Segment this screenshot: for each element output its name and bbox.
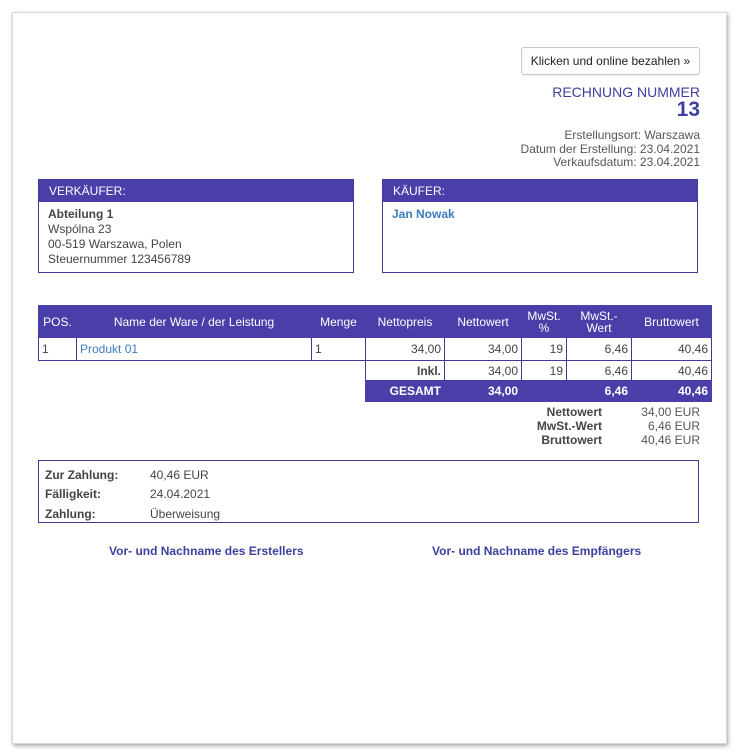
- payment-due-label: Zur Zahlung:: [45, 467, 119, 482]
- col-qty: Menge: [311, 305, 366, 338]
- total-row: GESAMT 34,00 6,46 40,46: [38, 380, 712, 402]
- table-header-row: POS. Name der Ware / der Leistung Menge …: [38, 305, 712, 338]
- row-gross: 40,46: [631, 337, 712, 361]
- col-vat-value: MwSt.- Wert: [566, 305, 632, 338]
- seller-street: Wspólna 23: [48, 222, 112, 236]
- col-vat-pct-line2: %: [538, 320, 550, 335]
- inkl-vat-pct: 19: [521, 360, 567, 381]
- total-label: GESAMT: [365, 380, 445, 402]
- inkl-row: Inkl. 34,00 19 6,46 40,46: [39, 360, 712, 381]
- payment-box: Zur Zahlung: 40,46 EUR Fälligkeit: 24.04…: [38, 460, 699, 523]
- col-net-price: Nettopreis: [365, 305, 445, 338]
- seller-tax-number: Steuernummer 123456789: [48, 252, 191, 266]
- total-net-value: 34,00: [444, 380, 522, 402]
- col-gross: Bruttowert: [631, 305, 712, 338]
- row-vat-value: 6,46: [566, 337, 632, 361]
- payment-method-value: Überweisung: [150, 506, 221, 521]
- row-qty: 1: [311, 337, 366, 361]
- invoice-meta: Erstellungsort: Warszawa Datum der Erste…: [520, 128, 700, 170]
- buyer-header: KÄUFER:: [383, 180, 697, 202]
- seller-box: VERKÄUFER: Abteilung 1 Wspólna 23 00-519…: [38, 179, 354, 273]
- total-vat-value: 6,46: [566, 380, 632, 402]
- inkl-vat-value: 6,46: [566, 360, 632, 381]
- col-vat-value-line2: Wert: [586, 320, 612, 335]
- row-product-link[interactable]: Produkt 01: [76, 337, 312, 361]
- invoice-place: Erstellungsort: Warszawa: [564, 128, 700, 142]
- inkl-gross: 40,46: [631, 360, 712, 381]
- payment-due-value: 40,46 EUR: [150, 467, 209, 482]
- recipient-signature-label: Vor- und Nachname des Empfängers: [432, 544, 642, 558]
- row-pos: 1: [38, 337, 77, 361]
- summary-gross-value: 40,46 EUR: [641, 433, 700, 447]
- issuer-signature-label: Vor- und Nachname des Erstellers: [109, 544, 304, 558]
- inkl-label: Inkl.: [365, 360, 445, 381]
- col-net-value: Nettowert: [444, 305, 522, 338]
- summary-net-value: 34,00 EUR: [641, 405, 700, 419]
- buyer-box: KÄUFER: Jan Nowak: [382, 179, 698, 273]
- seller-header: VERKÄUFER:: [39, 180, 353, 202]
- payment-method-label: Zahlung:: [45, 506, 96, 521]
- table-row: 1 Produkt 01 1 34,00 34,00 19 6,46 40,46: [38, 337, 712, 361]
- col-vat-pct: MwSt. %: [521, 305, 567, 338]
- totals-summary: Nettowert 34,00 EUR MwSt.-Wert 6,46 EUR …: [492, 405, 700, 447]
- total-gross: 40,46: [631, 380, 712, 402]
- col-name: Name der Ware / der Leistung: [76, 305, 312, 338]
- buyer-name[interactable]: Jan Nowak: [392, 207, 688, 222]
- payment-deadline-label: Fälligkeit:: [45, 487, 102, 502]
- pay-online-button[interactable]: Klicken und online bezahlen »: [521, 47, 700, 75]
- seller-city: 00-519 Warszawa, Polen: [48, 237, 182, 251]
- row-net-price: 34,00: [365, 337, 445, 361]
- invoice-created-date: Datum der Erstellung: 23.04.2021: [520, 141, 700, 156]
- col-pos: POS.: [38, 305, 77, 338]
- summary-vat-value: 6,46 EUR: [647, 419, 700, 433]
- col-vat-value-line1: MwSt.-: [580, 308, 618, 323]
- items-table: POS. Name der Ware / der Leistung Menge …: [38, 305, 712, 402]
- invoice-sale-date: Verkaufsdatum: 23.04.2021: [553, 155, 700, 169]
- inkl-net-value: 34,00: [444, 360, 522, 381]
- row-net-value: 34,00: [444, 337, 522, 361]
- col-vat-pct-line1: MwSt.: [527, 308, 561, 323]
- summary-net-label: Nettowert: [546, 405, 602, 419]
- invoice-page: Klicken und online bezahlen » RECHNUNG N…: [12, 12, 727, 744]
- payment-deadline-value: 24.04.2021: [150, 487, 211, 502]
- row-vat-pct: 19: [521, 337, 567, 361]
- invoice-number: 13: [676, 98, 700, 121]
- summary-vat-label: MwSt.-Wert: [536, 419, 602, 433]
- summary-gross-label: Bruttowert: [541, 433, 602, 447]
- seller-name: Abteilung 1: [48, 207, 114, 221]
